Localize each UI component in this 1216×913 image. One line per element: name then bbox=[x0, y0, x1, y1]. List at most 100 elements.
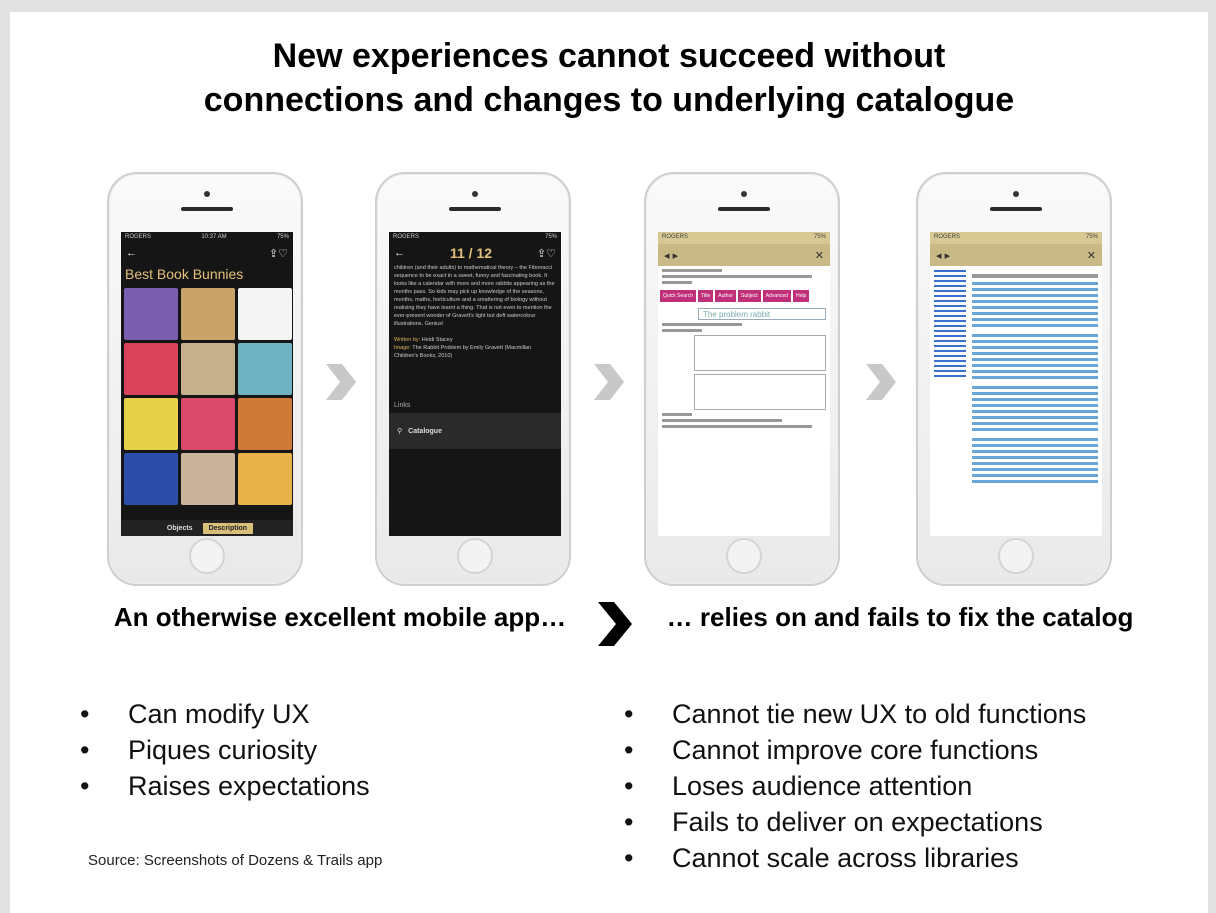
book-thumbnail[interactable] bbox=[238, 453, 292, 505]
phone-mockup-1: ROGERS 10:37 AM 75% ← ⇪♡ Best Book Bunni… bbox=[107, 172, 303, 586]
left-heading: An otherwise excellent mobile app… bbox=[113, 602, 567, 632]
book-thumbnail[interactable] bbox=[181, 288, 235, 340]
bullet-item: Cannot scale across libraries bbox=[622, 840, 1086, 876]
bullet-item: Piques curiosity bbox=[78, 732, 370, 768]
app-nav: ← 11 / 12 ⇪♡ bbox=[389, 244, 561, 262]
book-thumbnail[interactable] bbox=[181, 343, 235, 395]
text-line bbox=[662, 329, 702, 332]
bullet-item: Loses audience attention bbox=[622, 768, 1086, 804]
home-button bbox=[457, 538, 493, 574]
image-label: Image: bbox=[394, 345, 411, 351]
left-bullet-list: Can modify UXPiques curiosityRaises expe… bbox=[78, 696, 370, 804]
text-line bbox=[662, 419, 782, 422]
description-text: children (and their adults) to mathemati… bbox=[389, 262, 561, 362]
text-line bbox=[662, 323, 742, 326]
back-arrow-icon[interactable]: ← bbox=[394, 247, 405, 259]
battery-label: 75% bbox=[276, 234, 289, 240]
bullet-item: Fails to deliver on expectations bbox=[622, 804, 1086, 840]
text-line bbox=[662, 413, 692, 416]
phone-mockup-4: ROGERS 75% ◂ ▸ ✕ bbox=[916, 172, 1112, 586]
status-bar: ROGERS 75% bbox=[389, 232, 561, 244]
links-heading: Links bbox=[394, 402, 411, 409]
title-line-2: connections and changes to underlying ca… bbox=[203, 81, 1015, 119]
catalog-tab[interactable]: Advanced bbox=[762, 290, 791, 302]
catalog-search-screen: ROGERS 75% ◂ ▸ ✕ Quick Search Title Author… bbox=[658, 232, 830, 536]
catalog-tab[interactable]: Help bbox=[792, 290, 810, 302]
share-heart-icon[interactable]: ⇪♡ bbox=[269, 247, 288, 260]
tab-description[interactable]: Description bbox=[202, 522, 254, 534]
catalog-tab[interactable]: Quick Search bbox=[660, 290, 697, 302]
speaker-grille bbox=[718, 207, 770, 211]
book-thumbnail[interactable] bbox=[238, 343, 292, 395]
catalogue-link[interactable]: ⚲ Catalogue bbox=[389, 413, 561, 449]
book-thumbnail[interactable] bbox=[238, 288, 292, 340]
speaker-grille bbox=[449, 207, 501, 211]
title-line-1: New experiences cannot succeed without bbox=[272, 37, 946, 75]
text-line bbox=[662, 425, 812, 428]
catalog-search-tabs: Quick Search Title Author Subject Advanced He… bbox=[658, 287, 830, 305]
battery-label: 75% bbox=[813, 234, 826, 240]
source-caption: Source: Screenshots of Dozens & Trails a… bbox=[88, 852, 383, 869]
written-by-value: Heidi Stacey bbox=[421, 337, 453, 343]
nav-arrows-icon[interactable]: ◂ ▸ bbox=[664, 249, 678, 262]
status-bar: ROGERS 75% bbox=[658, 232, 830, 244]
description-body: children (and their adults) to mathemati… bbox=[394, 265, 555, 327]
camera-dot bbox=[204, 191, 210, 197]
catalog-search-input[interactable]: The problem rabbit bbox=[698, 308, 826, 320]
phone-mockup-3: ROGERS 75% ◂ ▸ ✕ Quick Search Title Author… bbox=[644, 172, 840, 586]
catalog-tab[interactable]: Subject bbox=[738, 290, 761, 302]
bullet-item: Raises expectations bbox=[78, 768, 370, 804]
carrier-label: ROGERS bbox=[125, 234, 152, 240]
camera-dot bbox=[472, 191, 478, 197]
slide-title: New experiences cannot succeed without c… bbox=[10, 34, 1208, 122]
location-listbox[interactable] bbox=[694, 335, 826, 371]
speaker-grille bbox=[181, 207, 233, 211]
collection-title: Best Book Bunnies bbox=[125, 266, 244, 282]
close-icon[interactable]: ✕ bbox=[1087, 249, 1096, 262]
book-thumbnail[interactable] bbox=[181, 453, 235, 505]
chevron-right-icon bbox=[588, 362, 628, 402]
time-label: 10:37 AM bbox=[201, 234, 227, 240]
thumbnail-grid bbox=[121, 288, 293, 505]
home-button bbox=[998, 538, 1034, 574]
battery-label: 75% bbox=[1085, 234, 1098, 240]
battery-label: 75% bbox=[544, 234, 557, 240]
browser-nav: ◂ ▸ ✕ bbox=[930, 244, 1102, 266]
back-arrow-icon[interactable]: ← bbox=[126, 247, 137, 259]
app-nav: ← ⇪♡ bbox=[121, 244, 293, 262]
bullet-item: Can modify UX bbox=[78, 696, 370, 732]
camera-dot bbox=[741, 191, 747, 197]
book-thumbnail[interactable] bbox=[124, 398, 178, 450]
slide: New experiences cannot succeed without c… bbox=[10, 12, 1208, 913]
catalog-results-screen: ROGERS 75% ◂ ▸ ✕ bbox=[930, 232, 1102, 536]
share-heart-icon[interactable]: ⇪♡ bbox=[537, 247, 556, 260]
app-screen-gallery: ROGERS 10:37 AM 75% ← ⇪♡ Best Book Bunni… bbox=[121, 232, 293, 536]
item-counter: 11 / 12 bbox=[449, 245, 492, 261]
text-line bbox=[662, 269, 722, 272]
book-thumbnail[interactable] bbox=[124, 343, 178, 395]
bullet-item: Cannot improve core functions bbox=[622, 732, 1086, 768]
results-sidebar bbox=[934, 270, 966, 484]
book-thumbnail[interactable] bbox=[181, 398, 235, 450]
app-screen-description: ROGERS 75% ← 11 / 12 ⇪♡ children (and th… bbox=[389, 232, 561, 536]
image-value: The Rabbit Problem by Emily Gravett (Mac… bbox=[394, 345, 532, 359]
written-by-label: Written by: bbox=[394, 337, 421, 343]
chevron-right-icon bbox=[594, 600, 634, 648]
home-button bbox=[726, 538, 762, 574]
link-icon: ⚲ bbox=[397, 428, 403, 435]
book-thumbnail[interactable] bbox=[124, 288, 178, 340]
catalog-tab[interactable]: Author bbox=[715, 290, 737, 302]
text-line bbox=[662, 275, 812, 278]
phone-mockup-2: ROGERS 75% ← 11 / 12 ⇪♡ children (and th… bbox=[375, 172, 571, 586]
book-thumbnail[interactable] bbox=[124, 453, 178, 505]
close-icon[interactable]: ✕ bbox=[815, 249, 824, 262]
chevron-right-icon bbox=[860, 362, 900, 402]
book-thumbnail[interactable] bbox=[238, 398, 292, 450]
tab-objects[interactable]: Objects bbox=[161, 523, 199, 534]
right-bullet-list: Cannot tie new UX to old functionsCannot… bbox=[622, 696, 1086, 876]
right-heading: … relies on and fails to fix the catalog bbox=[666, 602, 1134, 632]
catalog-tab[interactable]: Title bbox=[698, 290, 714, 302]
nav-arrows-icon[interactable]: ◂ ▸ bbox=[936, 249, 950, 262]
format-listbox[interactable] bbox=[694, 374, 826, 410]
tab-bar: Objects Description bbox=[121, 520, 293, 536]
